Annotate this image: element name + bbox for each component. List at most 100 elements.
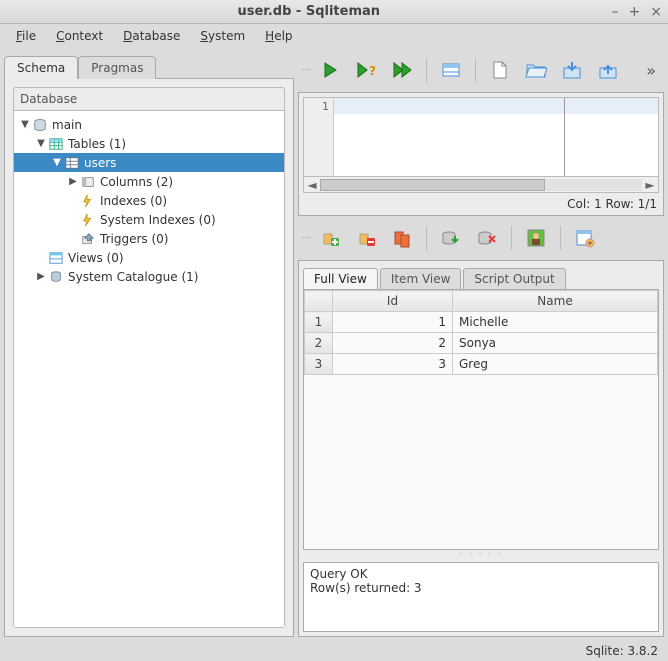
toolbar-grip-icon[interactable]: ⋮	[302, 65, 310, 76]
catalogue-icon	[48, 269, 64, 285]
table-icon	[64, 155, 80, 171]
chevron-down-icon[interactable]: ▼	[34, 138, 48, 149]
splitter-handle-icon[interactable]: · · · · ·	[303, 550, 659, 560]
tree-label: System Indexes (0)	[100, 213, 216, 227]
cell-name[interactable]: Sonya	[453, 333, 658, 354]
export-button[interactable]	[569, 223, 601, 253]
tree-label: main	[52, 118, 82, 132]
cell-name[interactable]: Greg	[453, 354, 658, 375]
result-grid[interactable]: Id Name 1 1 Michelle 2 2 Son	[303, 289, 659, 550]
tree-label: Columns (2)	[100, 175, 173, 189]
open-file-button[interactable]	[520, 55, 552, 85]
row-header[interactable]: 1	[305, 312, 333, 333]
query-log[interactable]: Query OK Row(s) returned: 3	[303, 562, 659, 632]
scroll-right-icon[interactable]: ►	[642, 178, 658, 192]
editor-hscrollbar[interactable]: ◄ ►	[303, 177, 659, 193]
run-button[interactable]	[314, 55, 346, 85]
database-tree[interactable]: ▼ main ▼ Tables (1)	[14, 111, 284, 627]
cell-id[interactable]: 3	[333, 354, 453, 375]
save-button[interactable]	[556, 55, 588, 85]
sql-toolbar: ⋮ ?	[298, 52, 664, 88]
lightning-icon	[80, 193, 96, 209]
menu-help[interactable]: Help	[257, 26, 300, 46]
cell-id[interactable]: 2	[333, 333, 453, 354]
database-groupbox: Database ▼ main ▼	[13, 87, 285, 628]
save-as-button[interactable]	[592, 55, 624, 85]
run-explain-button[interactable]: ?	[350, 55, 382, 85]
table-row[interactable]: 3 3 Greg	[305, 354, 658, 375]
tree-label: Views (0)	[68, 251, 124, 265]
commit-button[interactable]	[435, 223, 467, 253]
chevron-down-icon[interactable]: ▼	[50, 157, 64, 168]
blob-preview-button[interactable]	[520, 223, 552, 253]
svg-text:?: ?	[369, 64, 376, 78]
new-file-button[interactable]	[484, 55, 516, 85]
cell-id[interactable]: 1	[333, 312, 453, 333]
tree-node-users[interactable]: ▼ users	[14, 153, 284, 172]
toolbar-overflow-icon[interactable]: »	[642, 61, 660, 80]
tree-node-tables[interactable]: ▼ Tables (1)	[14, 134, 284, 153]
tree-node-system-catalogue[interactable]: ▶ System Catalogue (1)	[14, 267, 284, 286]
sql-editor-box: 1 ◄ ► Col: 1 Row: 1/1	[298, 92, 664, 216]
scroll-left-icon[interactable]: ◄	[304, 178, 320, 192]
tree-label: Tables (1)	[68, 137, 126, 151]
tree-node-triggers[interactable]: Triggers (0)	[14, 229, 284, 248]
menubar: File Context Database System Help	[0, 24, 668, 48]
grid-col-id[interactable]: Id	[333, 291, 453, 312]
tree-node-main[interactable]: ▼ main	[14, 115, 284, 134]
editor-gutter: 1	[304, 98, 334, 176]
right-panel: ⋮ ?	[298, 52, 664, 637]
chevron-right-icon[interactable]: ▶	[66, 176, 80, 187]
lightning-icon	[80, 212, 96, 228]
titlebar: user.db - Sqliteman – + ×	[0, 0, 668, 24]
cell-name[interactable]: Michelle	[453, 312, 658, 333]
menu-database[interactable]: Database	[115, 26, 188, 46]
toolbar-grip-icon[interactable]: ⋮	[302, 233, 310, 244]
tree-node-indexes[interactable]: Indexes (0)	[14, 191, 284, 210]
tree-label: Indexes (0)	[100, 194, 167, 208]
window-maximize-icon[interactable]: +	[629, 5, 641, 19]
rollback-button[interactable]	[471, 223, 503, 253]
database-icon	[32, 117, 48, 133]
tree-node-views[interactable]: Views (0)	[14, 248, 284, 267]
tab-full-view[interactable]: Full View	[303, 268, 378, 289]
row-duplicate-button[interactable]	[386, 223, 418, 253]
statusbar: Sqlite: 3.8.2	[0, 641, 668, 661]
tab-schema[interactable]: Schema	[4, 56, 78, 79]
run-step-button[interactable]	[386, 55, 418, 85]
window-close-icon[interactable]: ×	[650, 5, 662, 19]
tab-item-view[interactable]: Item View	[380, 268, 462, 289]
grid-corner	[305, 291, 333, 312]
create-view-button[interactable]	[435, 55, 467, 85]
columns-icon	[80, 174, 96, 190]
tree-node-system-indexes[interactable]: System Indexes (0)	[14, 210, 284, 229]
database-label: Database	[14, 88, 284, 111]
row-delete-button[interactable]	[350, 223, 382, 253]
left-panel: Schema Pragmas Database ▼ main	[4, 52, 294, 637]
table-row[interactable]: 2 2 Sonya	[305, 333, 658, 354]
tree-label: System Catalogue (1)	[68, 270, 198, 284]
sql-editor[interactable]: 1	[303, 97, 659, 177]
trigger-icon	[80, 231, 96, 247]
results-box: Full View Item View Script Output Id Nam…	[298, 260, 664, 637]
view-icon	[48, 250, 64, 266]
table-icon	[48, 136, 64, 152]
tree-label: users	[84, 156, 116, 170]
tab-script-output[interactable]: Script Output	[463, 268, 565, 289]
window-minimize-icon[interactable]: –	[612, 5, 619, 19]
table-row[interactable]: 1 1 Michelle	[305, 312, 658, 333]
menu-file[interactable]: File	[8, 26, 44, 46]
row-header[interactable]: 3	[305, 354, 333, 375]
cursor-position-label: Col: 1 Row: 1/1	[303, 193, 659, 211]
menu-system[interactable]: System	[192, 26, 253, 46]
menu-context[interactable]: Context	[48, 26, 111, 46]
grid-col-name[interactable]: Name	[453, 291, 658, 312]
window-title: user.db - Sqliteman	[6, 4, 612, 19]
chevron-right-icon[interactable]: ▶	[34, 271, 48, 282]
row-header[interactable]: 2	[305, 333, 333, 354]
chevron-down-icon[interactable]: ▼	[18, 119, 32, 130]
tree-label: Triggers (0)	[100, 232, 168, 246]
tree-node-columns[interactable]: ▶ Columns (2)	[14, 172, 284, 191]
tab-pragmas[interactable]: Pragmas	[78, 56, 156, 79]
row-add-button[interactable]	[314, 223, 346, 253]
